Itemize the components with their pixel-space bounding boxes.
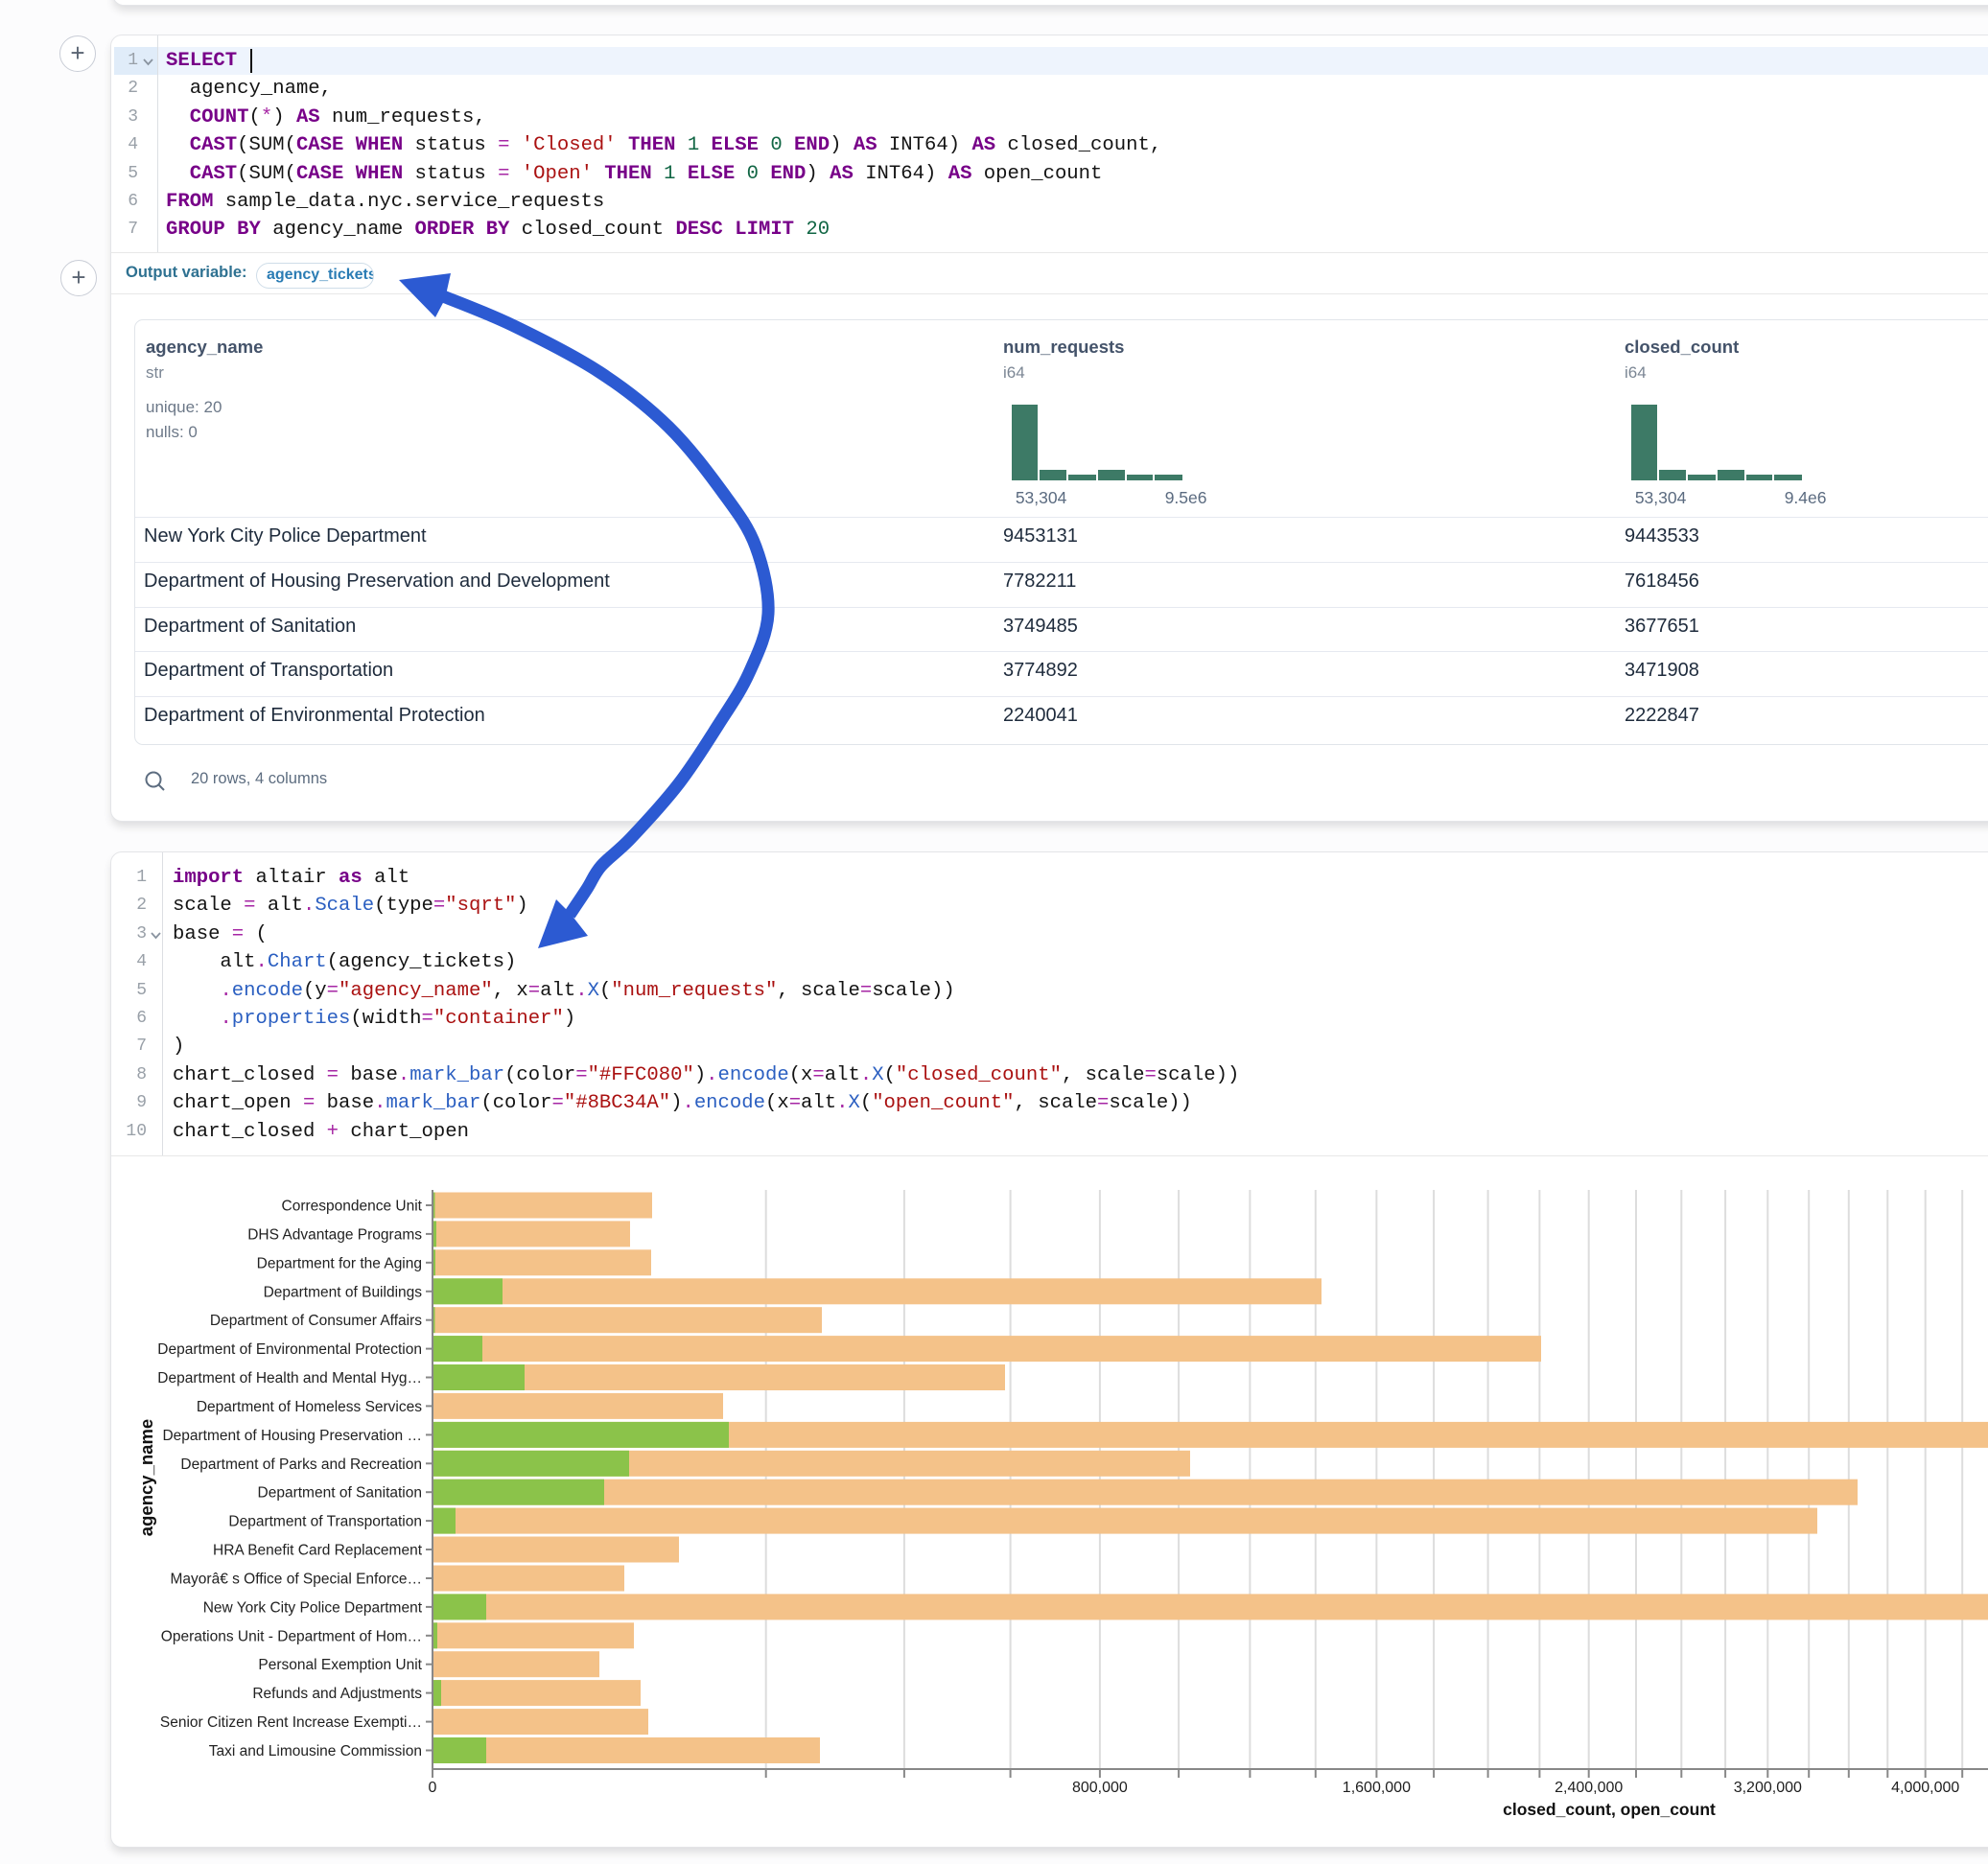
svg-text:Department of Health and Menta: Department of Health and Mental Hyg… — [157, 1370, 422, 1386]
svg-text:Department of Sanitation: Department of Sanitation — [258, 1485, 422, 1502]
svg-text:HRA Benefit Card Replacement: HRA Benefit Card Replacement — [213, 1543, 423, 1559]
svg-text:Department of Parks and Recrea: Department of Parks and Recreation — [180, 1456, 422, 1473]
svg-text:Personal Exemption Unit: Personal Exemption Unit — [258, 1657, 422, 1673]
svg-text:Department for the Aging: Department for the Aging — [257, 1255, 422, 1271]
svg-text:Senior Citizen Rent Increase E: Senior Citizen Rent Increase Exempti… — [160, 1714, 422, 1731]
svg-text:Correspondence Unit: Correspondence Unit — [282, 1199, 423, 1215]
svg-text:Mayorâ€ s Office of Special En: Mayorâ€ s Office of Special Enforce… — [171, 1572, 422, 1588]
svg-text:2,400,000: 2,400,000 — [1555, 1780, 1623, 1796]
svg-text:DHS Advantage Programs: DHS Advantage Programs — [247, 1226, 422, 1243]
svg-text:Department of Environmental Pr: Department of Environmental Protection — [157, 1341, 422, 1358]
svg-text:1,600,000: 1,600,000 — [1343, 1780, 1411, 1796]
svg-text:800,000: 800,000 — [1072, 1780, 1128, 1796]
svg-text:Refunds and Adjustments: Refunds and Adjustments — [252, 1686, 422, 1702]
svg-text:Operations Unit - Department o: Operations Unit - Department of Hom… — [161, 1628, 422, 1644]
svg-text:0: 0 — [429, 1780, 437, 1796]
svg-text:Department of Housing Preserva: Department of Housing Preservation … — [162, 1428, 422, 1444]
svg-text:New York City Police Departmen: New York City Police Department — [203, 1599, 423, 1616]
svg-text:agency_name: agency_name — [136, 1419, 156, 1536]
svg-text:Department of Buildings: Department of Buildings — [264, 1284, 423, 1300]
svg-text:Department of Transportation: Department of Transportation — [228, 1514, 422, 1530]
svg-text:Department of Consumer Affairs: Department of Consumer Affairs — [210, 1313, 422, 1329]
svg-text:Taxi and Limousine Commission: Taxi and Limousine Commission — [209, 1743, 422, 1759]
svg-text:3,200,000: 3,200,000 — [1734, 1780, 1802, 1796]
svg-text:closed_count, open_count: closed_count, open_count — [1503, 1800, 1716, 1819]
svg-text:4,000,000: 4,000,000 — [1891, 1780, 1959, 1796]
svg-text:Department of Homeless Service: Department of Homeless Services — [197, 1399, 422, 1415]
